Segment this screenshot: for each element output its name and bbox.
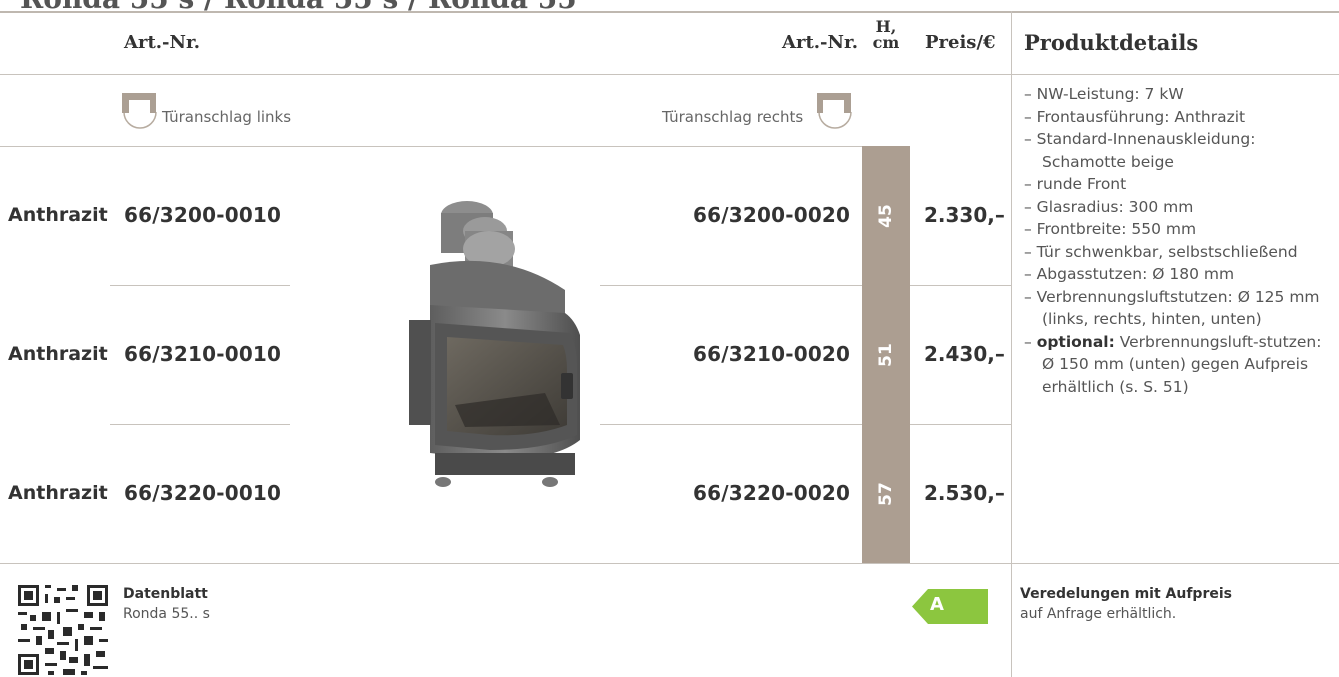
row-rule-1 bbox=[110, 285, 290, 286]
row-rule-1c bbox=[910, 285, 1011, 286]
height-value: 45 bbox=[876, 203, 896, 228]
optional-label: optional: bbox=[1036, 332, 1115, 351]
detail-item: – Tür schwenkbar, selbstschließend bbox=[1024, 242, 1298, 261]
header-rule-right bbox=[1011, 74, 1339, 75]
detail-item: – Glasradius: 300 mm bbox=[1024, 197, 1194, 216]
art-nr-left: 66/3200-0010 bbox=[124, 203, 282, 227]
detail-item: – runde Front bbox=[1024, 175, 1127, 193]
fireplace-image bbox=[409, 201, 580, 487]
energy-class-value: A bbox=[930, 594, 944, 615]
header-art-nr-left: Art.-Nr. bbox=[124, 32, 201, 53]
detail-item: – Verbrennungsluftstutzen: Ø 125 mm (lin… bbox=[1024, 287, 1320, 329]
price: 2.430,– bbox=[924, 342, 1005, 366]
header-height: H, cm bbox=[872, 17, 900, 52]
price: 2.530,– bbox=[924, 481, 1005, 505]
row-color: Anthrazit bbox=[8, 343, 108, 365]
top-rule bbox=[0, 11, 1339, 13]
art-nr-right: 66/3200-0020 bbox=[693, 203, 851, 227]
height-cell: 45 bbox=[862, 146, 910, 285]
hinge-rule bbox=[0, 146, 862, 147]
height-value: 57 bbox=[876, 481, 896, 506]
energy-label-badge bbox=[912, 589, 988, 624]
detail-item: – Standard-Innenauskleidung: Schamotte b… bbox=[1024, 130, 1256, 171]
detail-item: – NW-Leistung: 7 kW bbox=[1024, 85, 1184, 103]
refinements-subtitle: auf Anfrage erhältlich. bbox=[1020, 606, 1177, 622]
art-nr-right: 66/3220-0020 bbox=[693, 481, 851, 505]
datasheet-title: Datenblatt bbox=[123, 586, 208, 602]
detail-item: – Frontbreite: 550 mm bbox=[1024, 220, 1197, 238]
row-color: Anthrazit bbox=[8, 482, 108, 504]
height-cell: 57 bbox=[862, 424, 910, 563]
header-rule bbox=[0, 74, 1011, 75]
art-nr-left: 66/3220-0010 bbox=[124, 481, 282, 505]
row-color: Anthrazit bbox=[8, 204, 108, 226]
row-rule-2 bbox=[110, 424, 290, 425]
hinge-left-label: Türanschlag links bbox=[162, 108, 292, 126]
height-value: 51 bbox=[876, 342, 896, 367]
hinge-right-label: Türanschlag rechts bbox=[662, 108, 804, 126]
header-price: Preis/€ bbox=[925, 32, 996, 53]
height-cell: 51 bbox=[862, 285, 910, 424]
refinements-title: Veredelungen mit Aufpreis bbox=[1020, 586, 1232, 602]
header-art-nr-right: Art.-Nr. bbox=[782, 32, 859, 53]
row-rule-2c bbox=[910, 424, 1011, 425]
row-rule-2b bbox=[600, 424, 862, 425]
detail-item: – Frontausführung: Anthrazit bbox=[1024, 107, 1246, 126]
row-rule-1b bbox=[600, 285, 862, 286]
table-bottom-rule bbox=[0, 563, 1339, 564]
hinge-right-icon bbox=[817, 93, 852, 129]
product-details: – NW-Leistung: 7 kW – Frontausführung: A… bbox=[1024, 83, 1329, 398]
details-divider bbox=[1011, 11, 1012, 677]
qr-code-icon[interactable] bbox=[18, 585, 108, 675]
price: 2.330,– bbox=[924, 203, 1005, 227]
header-details: Produktdetails bbox=[1024, 30, 1199, 55]
hinge-left-icon bbox=[122, 93, 157, 129]
art-nr-right: 66/3210-0020 bbox=[693, 342, 851, 366]
detail-item-optional: – optional: Verbrennungsluft-stutzen: Ø … bbox=[1024, 332, 1322, 396]
art-nr-left: 66/3210-0010 bbox=[124, 342, 282, 366]
datasheet-subtitle: Ronda 55.. s bbox=[123, 606, 210, 622]
detail-item: – Abgasstutzen: Ø 180 mm bbox=[1024, 265, 1235, 283]
